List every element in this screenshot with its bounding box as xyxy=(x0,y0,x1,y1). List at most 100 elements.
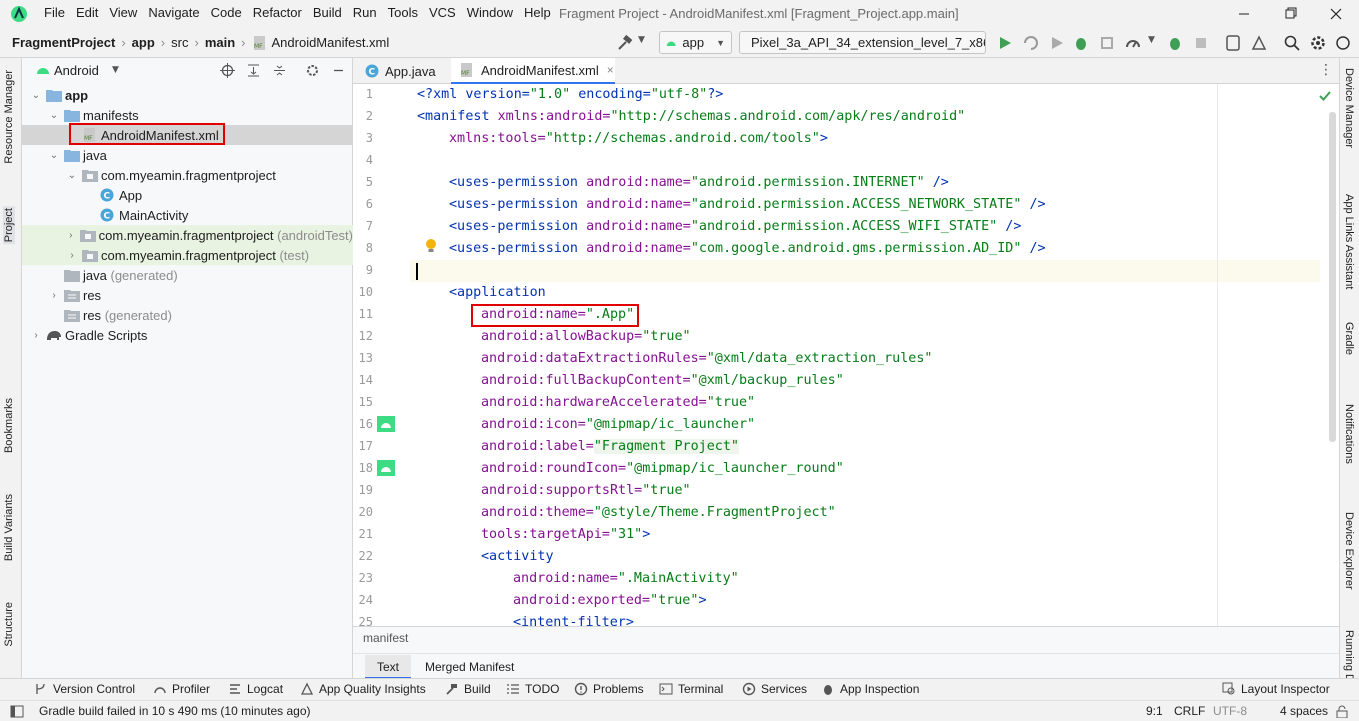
tree-item-app-class[interactable]: C App xyxy=(22,185,353,205)
tool-app-inspection[interactable]: App Inspection xyxy=(821,682,919,696)
tree-item-manifests[interactable]: ⌄ manifests xyxy=(22,105,353,125)
close-icon[interactable] xyxy=(1326,4,1346,24)
tree-item-gradle-scripts[interactable]: › Gradle Scripts xyxy=(22,325,353,345)
tool-build-variants[interactable]: Build Variants xyxy=(3,494,15,561)
minimize-icon[interactable] xyxy=(1234,4,1254,24)
search-icon[interactable] xyxy=(1283,34,1301,52)
menu-view[interactable]: View xyxy=(109,5,137,20)
no-problems-check-icon[interactable] xyxy=(1319,91,1331,101)
breadcrumb-project[interactable]: FragmentProject xyxy=(12,35,115,50)
expand-all-icon[interactable] xyxy=(246,63,261,78)
tree-item-res[interactable]: › res xyxy=(22,285,353,305)
tool-services[interactable]: Services xyxy=(742,682,807,696)
xml-breadcrumb[interactable]: manifest xyxy=(363,631,408,645)
tool-todo[interactable]: TODO xyxy=(506,682,559,696)
menu-help[interactable]: Help xyxy=(524,5,551,20)
expanded-arrow-icon[interactable]: ⌄ xyxy=(48,110,60,121)
build-hammer-icon[interactable] xyxy=(616,34,634,52)
tree-item-package-test[interactable]: › com.myeamin.fragmentproject (test) xyxy=(22,245,353,265)
status-toggle-icon[interactable] xyxy=(10,705,24,718)
collapsed-arrow-icon[interactable]: › xyxy=(30,330,42,341)
tool-project[interactable]: Project xyxy=(3,206,15,245)
run-icon[interactable] xyxy=(996,34,1014,52)
code-editor[interactable]: <?xml version="1.0" encoding="utf-8"?> <… xyxy=(410,84,1320,626)
file-encoding[interactable]: UTF-8 xyxy=(1213,704,1247,718)
device-manager-icon[interactable] xyxy=(1224,34,1242,52)
tool-resource-manager[interactable]: Resource Manager xyxy=(3,70,15,164)
collapsed-arrow-icon[interactable]: › xyxy=(66,230,76,241)
chevron-down-icon[interactable]: ▼ xyxy=(638,35,645,45)
lock-icon[interactable] xyxy=(1336,705,1348,718)
menu-vcs[interactable]: VCS xyxy=(429,5,456,20)
tool-notifications[interactable]: Notifications xyxy=(1343,404,1355,464)
tool-build[interactable]: Build xyxy=(445,682,491,696)
indent-setting[interactable]: 4 spaces xyxy=(1280,704,1328,718)
status-message[interactable]: Gradle build failed in 10 s 490 ms (10 m… xyxy=(39,704,310,718)
expanded-arrow-icon[interactable]: ⌄ xyxy=(66,170,78,181)
maximize-icon[interactable] xyxy=(1280,4,1300,24)
run-configuration-selector[interactable]: app ▼ xyxy=(659,31,732,54)
tree-item-package[interactable]: ⌄ com.myeamin.fragmentproject xyxy=(22,165,353,185)
tool-app-links-assistant[interactable]: App Links Assistant xyxy=(1343,194,1355,289)
tool-app-quality-insights[interactable]: App Quality Insights xyxy=(300,682,426,696)
assistant-icon[interactable] xyxy=(1334,34,1352,52)
menu-edit[interactable]: Edit xyxy=(76,5,98,20)
menu-code[interactable]: Code xyxy=(211,5,242,20)
breadcrumb-module[interactable]: app xyxy=(132,35,155,50)
profile-icon[interactable] xyxy=(1124,34,1142,52)
collapsed-arrow-icon[interactable]: › xyxy=(66,250,78,261)
breadcrumb-folder-main[interactable]: main xyxy=(205,35,235,50)
tool-version-control[interactable]: Version Control xyxy=(34,682,135,696)
collapsed-arrow-icon[interactable]: › xyxy=(48,290,60,301)
locate-file-icon[interactable] xyxy=(220,63,235,78)
tool-profiler[interactable]: Profiler xyxy=(153,682,210,696)
menu-run[interactable]: Run xyxy=(353,5,377,20)
settings-gear-icon[interactable] xyxy=(1309,34,1327,52)
debug-icon[interactable] xyxy=(1072,34,1090,52)
tool-problems[interactable]: Problems xyxy=(574,682,644,696)
menu-tools[interactable]: Tools xyxy=(388,5,418,20)
tool-structure[interactable]: Structure xyxy=(3,602,15,647)
menu-window[interactable]: Window xyxy=(467,5,513,20)
device-selector[interactable]: Pixel_3a_API_34_extension_level_7_x86 xyxy=(739,31,986,54)
more-tabs-icon[interactable]: ⋮ xyxy=(1319,62,1333,78)
tool-bookmarks[interactable]: Bookmarks xyxy=(3,398,15,453)
sdk-manager-icon[interactable] xyxy=(1250,34,1268,52)
apply-code-changes-icon[interactable] xyxy=(1048,34,1066,52)
attach-debugger-icon[interactable] xyxy=(1098,34,1116,52)
tool-device-manager[interactable]: Device Manager xyxy=(1343,68,1355,148)
stop-icon[interactable] xyxy=(1192,34,1210,52)
tool-logcat[interactable]: Logcat xyxy=(228,682,283,696)
tool-device-explorer[interactable]: Device Explorer xyxy=(1343,512,1355,590)
expanded-arrow-icon[interactable]: ⌄ xyxy=(48,150,60,161)
tab-app-java[interactable]: C App.java xyxy=(357,58,449,84)
hide-panel-icon[interactable] xyxy=(331,63,346,78)
tree-item-app[interactable]: ⌄ app xyxy=(22,85,353,105)
tool-layout-inspector[interactable]: Layout Inspector xyxy=(1222,682,1330,696)
close-tab-icon[interactable]: × xyxy=(607,63,614,77)
tab-text[interactable]: Text xyxy=(365,655,412,679)
collapse-all-icon[interactable] xyxy=(272,63,287,78)
lightbulb-icon[interactable] xyxy=(424,238,438,254)
tool-gradle[interactable]: Gradle xyxy=(1343,322,1355,355)
expanded-arrow-icon[interactable]: ⌄ xyxy=(30,90,42,101)
breadcrumb-file[interactable]: AndroidManifest.xml xyxy=(272,35,390,50)
vertical-scrollbar[interactable] xyxy=(1329,112,1336,442)
tree-item-java[interactable]: ⌄ java xyxy=(22,145,353,165)
tree-item-java-generated[interactable]: java (generated) xyxy=(22,265,353,285)
tool-terminal[interactable]: Terminal xyxy=(659,682,723,696)
menu-file[interactable]: File xyxy=(44,5,65,20)
chevron-down-icon[interactable]: ▼ xyxy=(112,65,119,75)
tree-item-package-androidtest[interactable]: › com.myeamin.fragmentproject (androidTe… xyxy=(22,225,353,245)
project-view-selector[interactable]: Android xyxy=(54,63,99,78)
breadcrumb-folder-src[interactable]: src xyxy=(171,35,188,50)
menu-refactor[interactable]: Refactor xyxy=(253,5,302,20)
tab-androidmanifest[interactable]: MF AndroidManifest.xml × xyxy=(451,58,615,84)
menu-navigate[interactable]: Navigate xyxy=(148,5,199,20)
debug-bug-icon[interactable] xyxy=(1166,34,1184,52)
tree-item-res-generated[interactable]: res (generated) xyxy=(22,305,353,325)
tab-merged-manifest[interactable]: Merged Manifest xyxy=(425,655,514,679)
apply-changes-icon[interactable] xyxy=(1022,34,1040,52)
chevron-down-icon[interactable]: ▼ xyxy=(1148,35,1155,45)
tree-item-mainactivity[interactable]: C MainActivity xyxy=(22,205,353,225)
